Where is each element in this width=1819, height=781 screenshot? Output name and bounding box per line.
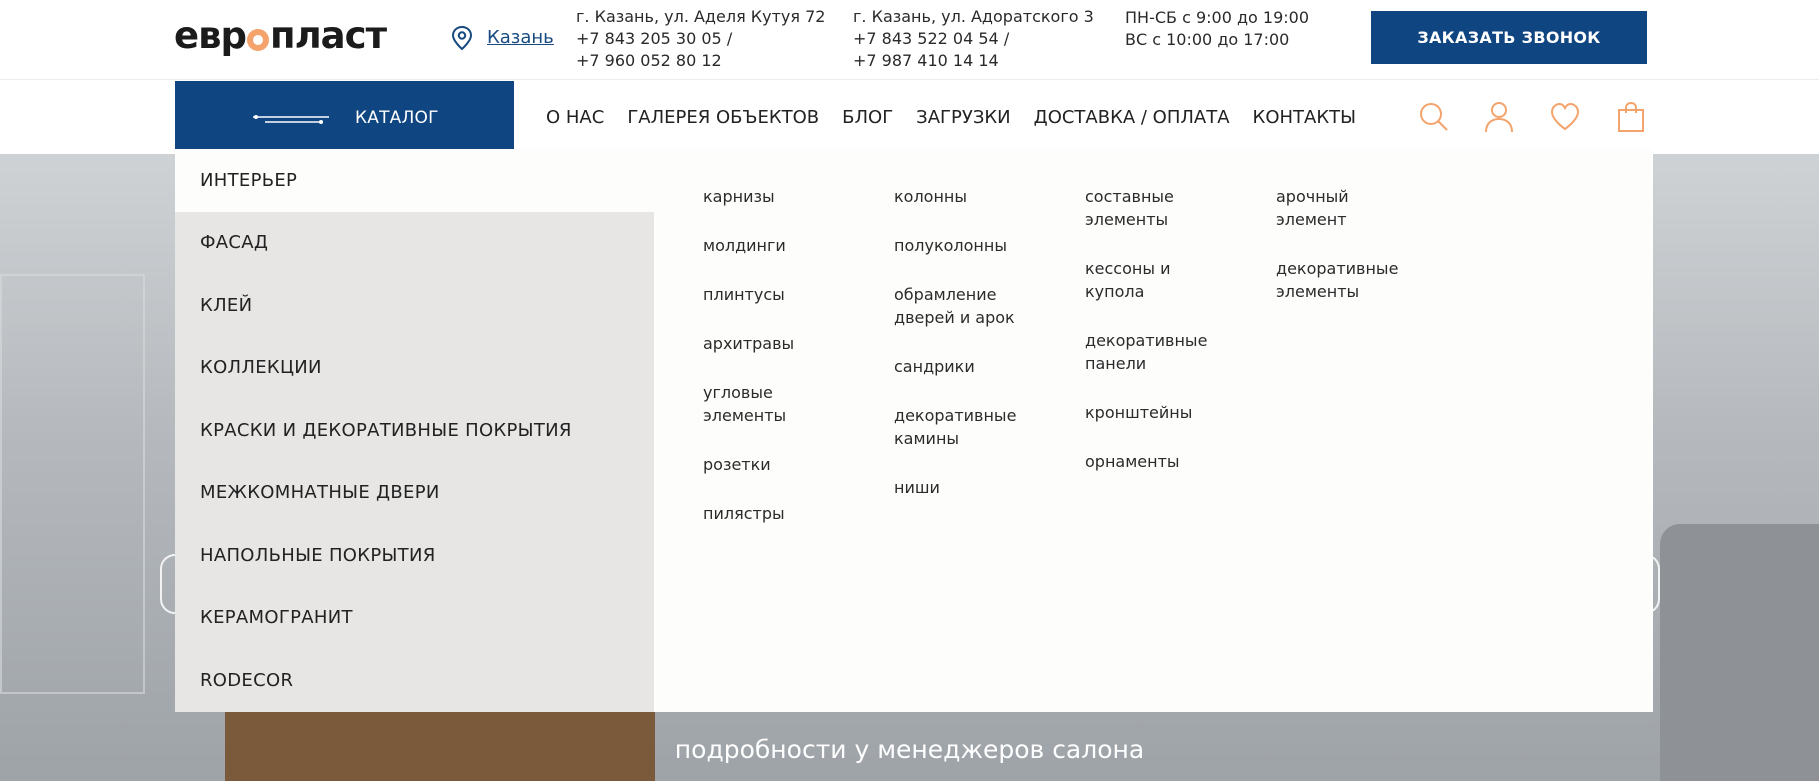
subcategory-link-line: ниши [894,478,940,497]
subcategory-link-line: обрамление [894,285,997,304]
catalog-label: КАТАЛОГ [355,107,439,128]
category-rodecor[interactable]: RODECOR [175,649,654,712]
subcategory-column: карнизы молдинги плинтусы архитравы угловые э… [703,185,873,551]
wall-panel [0,274,145,694]
subcategory-link-line: орнаменты [1085,452,1180,471]
subcategory-link[interactable]: арочный элемент [1276,185,1446,231]
subcategory-link-line: колонны [894,187,968,206]
category-collections[interactable]: КОЛЛЕКЦИИ [175,337,654,400]
nav-links: О НАС ГАЛЕРЕЯ ОБЪЕКТОВ БЛОГ ЗАГРУЗКИ ДОС… [546,81,1356,154]
subcategory-link[interactable]: кессоны и купола [1085,257,1255,303]
nav-link-contacts[interactable]: КОНТАКТЫ [1253,107,1356,128]
subcategory-link[interactable]: составные элементы [1085,185,1255,231]
category-porcelain[interactable]: КЕРАМОГРАНИТ [175,587,654,650]
top-header: евр пласт Казань г. Казань, ул. Аделя Кут… [0,0,1819,80]
nav-link-delivery[interactable]: ДОСТАВКА / ОПЛАТА [1034,107,1230,128]
catalog-dropdown: ИНТЕРЬЕР ФАСАД КЛЕЙ КОЛЛЕКЦИИ КРАСКИ И Д… [175,149,1653,712]
logo-circle [247,29,269,51]
city-selector[interactable]: Казань [487,27,554,48]
subcategory-column: арочный элемент декоративные элементы [1276,185,1446,329]
subcategory-link[interactable]: декоративные камины [894,404,1064,450]
category-flooring[interactable]: НАПОЛЬНЫЕ ПОКРЫТИЯ [175,524,654,587]
working-hours: ПН-СБ с 9:00 до 19:00 ВС с 10:00 до 17:0… [1125,7,1309,51]
subcategory-link-line: декоративные [1276,259,1399,278]
subcategory-link[interactable]: архитравы [703,332,873,355]
subcategory-link-line: составные [1085,187,1174,206]
subcategory-link[interactable]: декоративные панели [1085,329,1255,375]
address-1-phone-2[interactable]: +7 960 052 80 12 [576,50,825,72]
subcategory-link-line: кронштейны [1085,403,1193,422]
subcategory-link-line: карнизы [703,187,775,206]
subcategory-link[interactable]: декоративные элементы [1276,257,1446,303]
subcategory-link[interactable]: ниши [894,476,1064,499]
subcategory-link-line: дверей и арок [894,308,1015,327]
subcategory-link[interactable]: колонны [894,185,1064,208]
category-doors[interactable]: МЕЖКОМНАТНЫЕ ДВЕРИ [175,462,654,525]
heart-icon[interactable] [1549,101,1581,133]
subcategory-link[interactable]: полуколонны [894,234,1064,257]
subcategory-link[interactable]: угловые элементы [703,381,873,427]
subcategory-link-line: архитравы [703,334,795,353]
cart-icon[interactable] [1615,101,1647,133]
subcategory-link-line: розетки [703,455,771,474]
user-icon[interactable] [1483,101,1515,133]
subcategory-link-line: сандрики [894,357,975,376]
address-2-street: г. Казань, ул. Адоратского 3 [853,7,1094,26]
subcategory-link-line: элементы [1276,282,1360,301]
subcategory-link-line: плинтусы [703,285,785,304]
hours-sunday: ВС с 10:00 до 17:00 [1125,30,1290,49]
category-interior[interactable]: ИНТЕРЬЕР [175,149,654,212]
subcategory-link-line: декоративные [894,406,1017,425]
callback-button[interactable]: ЗАКАЗАТЬ ЗВОНОК [1371,11,1647,64]
subcategory-link-line: кессоны и [1085,259,1171,278]
subcategory-link[interactable]: пилястры [703,502,873,525]
main-nav: КАТАЛОГ О НАС ГАЛЕРЕЯ ОБЪЕКТОВ БЛОГ ЗАГР… [0,81,1819,154]
catalog-button[interactable]: КАТАЛОГ [175,81,514,154]
subcategory-link-line: арочный [1276,187,1349,206]
catalog-menu-icon [253,114,329,124]
subcategory-link-line: молдинги [703,236,786,255]
subcategory-link[interactable]: кронштейны [1085,401,1255,424]
subcategory-column: составные элементы кессоны и купола декорати… [1085,185,1255,499]
address-block-2: г. Казань, ул. Адоратского 3 +7 843 522 … [853,6,1094,72]
subcategory-link-line: пилястры [703,504,785,523]
nav-link-blog[interactable]: БЛОГ [842,107,893,128]
subcategory-link[interactable]: плинтусы [703,283,873,306]
search-icon[interactable] [1418,101,1450,133]
subcategory-link[interactable]: молдинги [703,234,873,257]
category-paints[interactable]: КРАСКИ И ДЕКОРАТИВНЫЕ ПОКРЫТИЯ [175,399,654,462]
subcategory-link[interactable]: розетки [703,453,873,476]
hero-text-line2: подробности у менеджеров салона [674,735,1145,764]
subcategory-link-line: панели [1085,354,1147,373]
address-1-phone-1[interactable]: +7 843 205 30 05 / [576,28,825,50]
subcategory-link-line: элементы [703,406,787,425]
subcategory-link[interactable]: сандрики [894,355,1064,378]
subcategory-link[interactable]: карнизы [703,185,873,208]
subcategory-link-line: элементы [1085,210,1169,229]
nav-link-downloads[interactable]: ЗАГРУЗКИ [916,107,1010,128]
hours-weekdays: ПН-СБ с 9:00 до 19:00 [1125,8,1310,27]
category-facade[interactable]: ФАСАД [175,212,654,275]
location-pin-icon [451,25,473,51]
subcategory-link-line: элемент [1276,210,1347,229]
subcategory-link-line: декоративные [1085,331,1208,350]
subcategory-link-line: полуколонны [894,236,1007,255]
logo-text-start: евр [174,14,247,57]
category-list: ИНТЕРЬЕР ФАСАД КЛЕЙ КОЛЛЕКЦИИ КРАСКИ И Д… [175,149,654,712]
address-1-street: г. Казань, ул. Аделя Кутуя 72 [576,7,826,26]
subcategory-column: колонны полуколонны обрамление дверей и аро… [894,185,1064,525]
category-glue[interactable]: КЛЕЙ [175,274,654,337]
nav-link-gallery[interactable]: ГАЛЕРЕЯ ОБЪЕКТОВ [627,107,819,128]
logo[interactable]: евр пласт [174,14,387,57]
address-block-1: г. Казань, ул. Аделя Кутуя 72 +7 843 205… [576,6,825,72]
address-2-phone-1[interactable]: +7 843 522 04 54 / [853,28,1094,50]
address-2-phone-2[interactable]: +7 987 410 14 14 [853,50,1094,72]
subcategory-link-line: купола [1085,282,1145,301]
subcategory-link-line: угловые [703,383,773,402]
subcategory-link[interactable]: орнаменты [1085,450,1255,473]
subcategory-link-line: камины [894,429,960,448]
nav-link-about[interactable]: О НАС [546,107,604,128]
logo-text-end: пласт [270,14,387,57]
subcategory-link[interactable]: обрамление дверей и арок [894,283,1064,329]
